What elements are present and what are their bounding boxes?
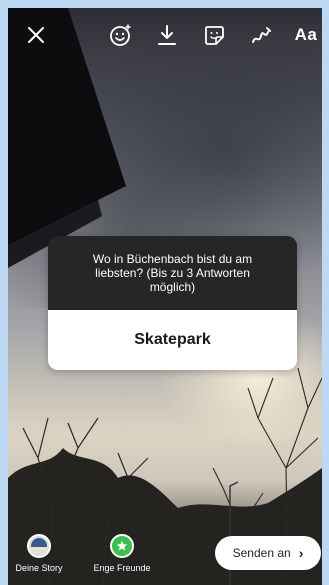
star-icon <box>116 540 128 551</box>
send-to-label: Senden an <box>232 546 291 560</box>
close-button[interactable] <box>24 20 48 50</box>
send-to-button[interactable]: Senden an › <box>215 536 321 570</box>
your-story-label: Deine Story <box>15 563 63 573</box>
draw-button[interactable] <box>248 20 274 50</box>
story-toolbar: Aa <box>8 8 322 60</box>
text-tool-label: Aa <box>294 25 318 44</box>
close-friends-label: Enge Freunde <box>93 563 151 573</box>
poll-sticker[interactable]: Wo in Büchenbach bist du am liebsten? (B… <box>48 236 297 370</box>
story-editor: Aa Wo in Büchenbach bist du am liebsten?… <box>8 8 322 585</box>
share-bar: Deine Story Enge Freunde Senden an › <box>8 528 322 585</box>
close-friends-button[interactable]: Enge Freunde <box>90 534 154 573</box>
text-tool-button[interactable]: Aa <box>292 20 320 50</box>
poll-question: Wo in Büchenbach bist du am liebsten? (B… <box>48 236 297 310</box>
emoji-effects-icon <box>110 24 131 46</box>
your-story-button[interactable]: Deine Story <box>14 534 64 573</box>
draw-icon <box>252 27 271 43</box>
poll-answer-option[interactable]: Skatepark <box>48 310 297 370</box>
close-icon <box>28 27 44 43</box>
profile-photo-icon <box>31 538 47 554</box>
avatar <box>27 534 51 558</box>
chevron-right-icon: › <box>298 545 304 561</box>
sticker-icon <box>205 26 224 45</box>
download-button[interactable] <box>154 20 180 50</box>
close-friends-badge <box>110 534 134 558</box>
effects-button[interactable] <box>106 20 136 50</box>
download-icon <box>158 25 176 45</box>
sticker-button[interactable] <box>200 20 228 50</box>
